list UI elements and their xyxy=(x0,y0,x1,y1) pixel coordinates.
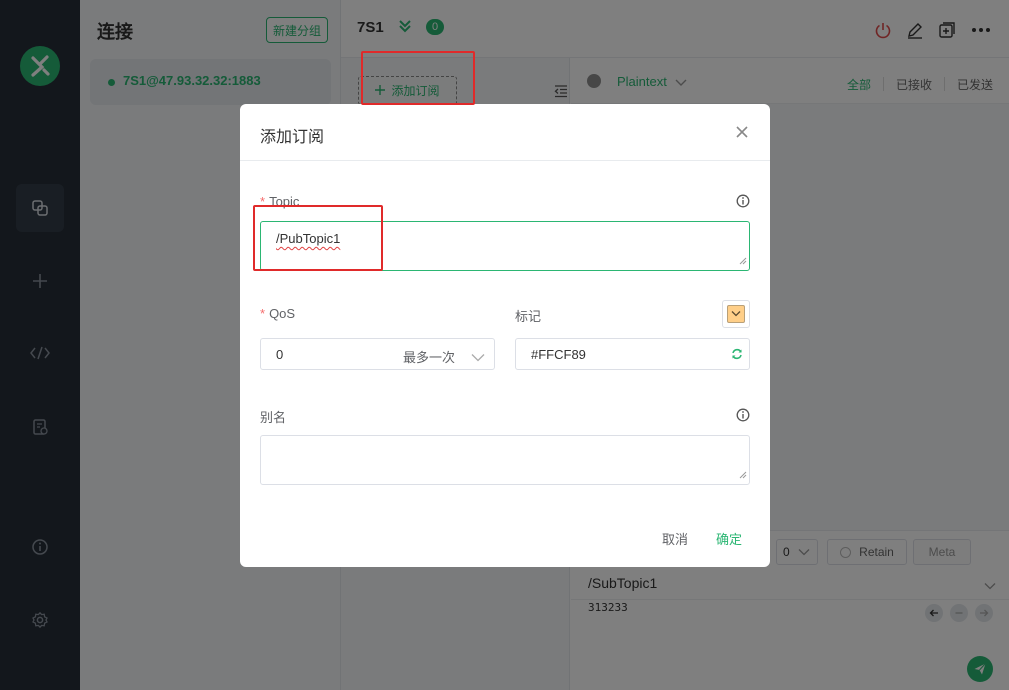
color-input[interactable]: #FFCF89 xyxy=(515,338,750,370)
add-subscription-dialog: 添加订阅 * Topic /PubTopic1 * QoS 0 最多一次 标记 #F… xyxy=(240,104,770,567)
chevron-down-icon xyxy=(471,350,485,365)
dialog-header-divider xyxy=(240,160,770,161)
qos-select[interactable]: 0 最多一次 xyxy=(260,338,495,370)
color-value: #FFCF89 xyxy=(531,347,586,362)
topic-info-icon[interactable] xyxy=(736,194,750,208)
dialog-title: 添加订阅 xyxy=(260,129,325,146)
close-icon[interactable] xyxy=(734,124,750,140)
color-swatch xyxy=(727,305,745,323)
cancel-button[interactable]: 取消 xyxy=(662,529,688,548)
resize-grip-icon[interactable] xyxy=(739,467,747,482)
confirm-button[interactable]: 确定 xyxy=(716,529,742,548)
resize-grip-icon[interactable] xyxy=(739,253,747,268)
qos-label: * QoS xyxy=(260,306,296,321)
alias-textarea[interactable] xyxy=(260,435,750,485)
qos-value: 0 xyxy=(276,347,284,362)
color-label: 标记 xyxy=(515,309,542,324)
required-mark: * xyxy=(260,306,266,321)
alias-info-icon[interactable] xyxy=(736,408,750,422)
annotation-box-add-subscription xyxy=(361,51,475,105)
qos-description: 最多一次 xyxy=(403,350,456,365)
alias-label: 别名 xyxy=(260,410,287,425)
refresh-color-icon[interactable] xyxy=(731,348,743,363)
color-picker-button[interactable] xyxy=(722,300,750,328)
annotation-box-topic xyxy=(253,205,383,271)
